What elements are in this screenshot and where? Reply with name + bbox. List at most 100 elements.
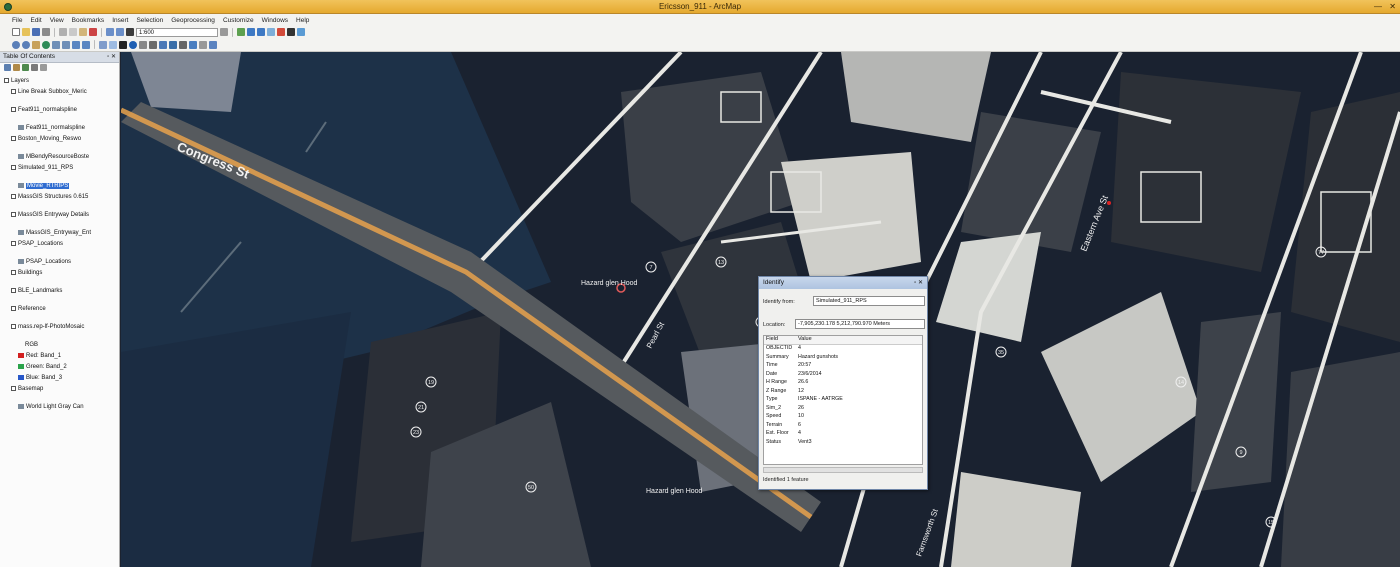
layer-visibility-checkbox[interactable]: [11, 194, 16, 199]
open-folder-icon[interactable]: [22, 28, 30, 36]
toc-layer-item[interactable]: Line Break Subbox_Meric: [11, 87, 87, 96]
toc-layer-item[interactable]: Red: Band_1: [18, 351, 61, 360]
toc-layer-item[interactable]: Feat911_normalspline: [11, 105, 77, 114]
cut-icon[interactable]: [59, 28, 67, 36]
html-popup-icon[interactable]: [149, 40, 157, 49]
full-extent-icon[interactable]: [42, 40, 50, 49]
identify-field-row[interactable]: Z Range 12: [764, 388, 922, 397]
identify-icon[interactable]: [129, 40, 137, 49]
layer-visibility-checkbox[interactable]: [11, 270, 16, 275]
toc-layer-item[interactable]: Movie_RTRIPS: [18, 181, 70, 190]
catalog-icon[interactable]: [257, 28, 265, 36]
editor-toolbar-icon[interactable]: [237, 28, 245, 36]
paste-icon[interactable]: [79, 28, 87, 36]
go-to-xy-icon[interactable]: [189, 40, 197, 49]
identify-field-row[interactable]: Time 20:57: [764, 362, 922, 371]
layer-visibility-checkbox[interactable]: [11, 89, 16, 94]
identify-field-row[interactable]: Date 23/6/2014: [764, 371, 922, 380]
menu-bookmarks[interactable]: Bookmarks: [72, 17, 105, 24]
menu-windows[interactable]: Windows: [262, 17, 288, 24]
toc-layer-item[interactable]: World Light Gray Can: [18, 402, 84, 411]
save-icon[interactable]: [32, 28, 40, 36]
layer-visibility-checkbox[interactable]: [11, 324, 16, 329]
layer-visibility-checkbox[interactable]: [11, 165, 16, 170]
identify-title-bar[interactable]: Identify ▫ ✕: [759, 277, 927, 289]
clear-selection-icon[interactable]: [109, 40, 117, 49]
redo-icon[interactable]: [116, 28, 124, 36]
toc-layer-item[interactable]: Simulated_911_RPS: [11, 163, 73, 172]
chevron-down-icon[interactable]: [220, 28, 228, 36]
options-icon[interactable]: [40, 64, 47, 71]
field-column-header[interactable]: Field: [764, 336, 798, 344]
identify-field-row[interactable]: Type ISPANE - AATRGE: [764, 396, 922, 405]
menu-insert[interactable]: Insert: [112, 17, 128, 24]
toc-layer-item[interactable]: Green: Band_2: [18, 362, 67, 371]
value-column-header[interactable]: Value: [798, 336, 918, 344]
menu-edit[interactable]: Edit: [30, 17, 41, 24]
toc-layer-item[interactable]: MassGIS Entryway Details: [11, 210, 89, 219]
hyperlink-icon[interactable]: [139, 40, 147, 49]
toc-layer-item[interactable]: Buildings: [11, 268, 42, 277]
layer-visibility-checkbox[interactable]: [11, 386, 16, 391]
python-window-icon[interactable]: [287, 28, 295, 36]
zoom-in-icon[interactable]: [12, 40, 20, 49]
fixed-zoom-out-icon[interactable]: [62, 40, 70, 49]
toc-layer-item[interactable]: MassGIS_Entryway_Ent: [18, 228, 91, 237]
menu-view[interactable]: View: [50, 17, 64, 24]
toc-layer-item[interactable]: Layers: [4, 76, 29, 85]
create-viewer-window-icon[interactable]: [209, 40, 217, 49]
identify-field-row[interactable]: Sim_2 26: [764, 405, 922, 414]
toc-layer-item[interactable]: Reference: [11, 304, 46, 313]
back-extent-icon[interactable]: [72, 40, 80, 49]
identify-field-row[interactable]: Summary Hazard gunshots: [764, 354, 922, 363]
identify-field-row[interactable]: Est. Floor 4: [764, 430, 922, 439]
menu-file[interactable]: File: [12, 17, 22, 24]
minimize-button[interactable]: —: [1374, 2, 1382, 11]
menu-selection[interactable]: Selection: [136, 17, 163, 24]
close-button[interactable]: ✕: [1389, 2, 1396, 11]
toc-layer-item[interactable]: mass.rep-lf-PhotoMosaic: [11, 322, 84, 331]
identify-from-dropdown[interactable]: Simulated_911_RPS: [813, 296, 925, 306]
toc-layer-item[interactable]: Blue: Band_3: [18, 373, 62, 382]
identify-field-row[interactable]: Speed 10: [764, 413, 922, 422]
identify-field-row[interactable]: Status Vent3: [764, 439, 922, 448]
undo-icon[interactable]: [106, 28, 114, 36]
toc-layer-item[interactable]: PSAP_Locations: [18, 257, 71, 266]
arctoolbox-icon[interactable]: [277, 28, 285, 36]
new-document-icon[interactable]: [12, 28, 20, 36]
list-by-drawing-order-icon[interactable]: [4, 64, 11, 71]
toc-layer-item[interactable]: BLE_Landmarks: [11, 286, 62, 295]
delete-icon[interactable]: [89, 28, 97, 36]
list-by-source-icon[interactable]: [13, 64, 20, 71]
find-icon[interactable]: [169, 40, 177, 49]
layer-visibility-checkbox[interactable]: [11, 212, 16, 217]
identify-window[interactable]: Identify ▫ ✕ Identify from: Simulated_91…: [758, 276, 928, 490]
toc-layer-item[interactable]: Feat911_normalspline: [18, 123, 85, 132]
identify-field-row[interactable]: OBJECTID 4: [764, 345, 922, 354]
menu-help[interactable]: Help: [296, 17, 309, 24]
map-scale-input[interactable]: 1:600: [136, 27, 218, 37]
toc-layer-item[interactable]: MBendyResourceBoste: [18, 152, 89, 161]
menu-geoprocessing[interactable]: Geoprocessing: [171, 17, 215, 24]
toc-layer-item[interactable]: Basemap: [11, 384, 43, 393]
find-route-icon[interactable]: [179, 40, 187, 49]
identify-window-controls[interactable]: ▫ ✕: [914, 279, 923, 286]
identify-field-row[interactable]: H Range 26.6: [764, 379, 922, 388]
search-window-icon[interactable]: [267, 28, 275, 36]
toc-layer-item[interactable]: RGB: [25, 340, 38, 349]
forward-extent-icon[interactable]: [82, 40, 90, 49]
list-by-visibility-icon[interactable]: [22, 64, 29, 71]
select-elements-icon[interactable]: [119, 40, 127, 49]
zoom-out-icon[interactable]: [22, 40, 30, 49]
toc-layer-item[interactable]: MassGIS Structures 0.615: [11, 192, 88, 201]
identify-field-row[interactable]: Terrain 6: [764, 422, 922, 431]
model-builder-icon[interactable]: [297, 28, 305, 36]
layer-visibility-checkbox[interactable]: [11, 306, 16, 311]
identify-horizontal-scrollbar[interactable]: [763, 467, 923, 473]
toc-layer-item[interactable]: Boston_Moving_Reswo: [11, 134, 81, 143]
select-features-icon[interactable]: [99, 40, 107, 49]
layer-visibility-checkbox[interactable]: [11, 288, 16, 293]
table-of-contents-icon[interactable]: [247, 28, 255, 36]
layer-visibility-checkbox[interactable]: [11, 107, 16, 112]
fixed-zoom-in-icon[interactable]: [52, 40, 60, 49]
